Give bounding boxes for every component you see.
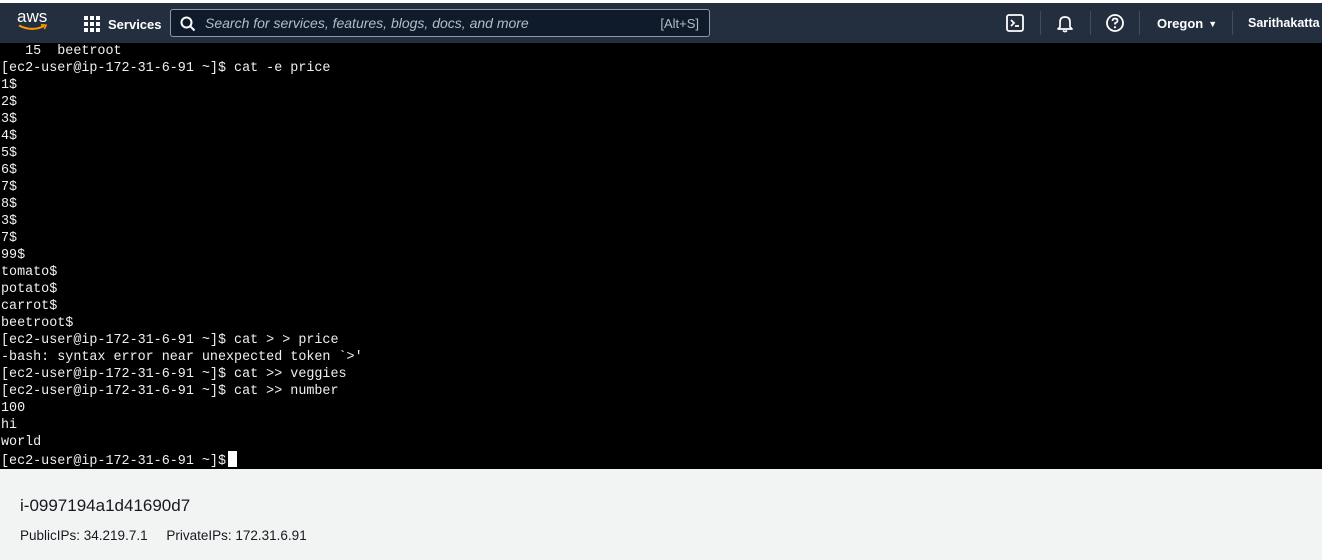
search-input[interactable] (205, 10, 625, 36)
aws-console-nav: aws Services [Alt+S] (0, 3, 1322, 43)
terminal-line: 99$ (1, 248, 26, 263)
terminal-line: potato$ (1, 282, 58, 297)
terminal-line: [ec2-user@ip-172-31-6-91 ~]$ cat >> numb… (1, 384, 339, 399)
help-button[interactable] (1105, 13, 1125, 33)
terminal-line: 15 beetroot (1, 44, 122, 59)
nav-divider (1040, 11, 1041, 35)
terminal-line: hi (1, 418, 18, 433)
terminal-line: [ec2-user@ip-172-31-6-91 ~]$ cat -e pric… (1, 61, 331, 76)
terminal-prompt: [ec2-user@ip-172-31-6-91 ~]$ (1, 454, 226, 469)
instance-ips: PublicIPs: 34.219.7.1 PrivateIPs: 172.31… (20, 528, 307, 543)
bell-icon (1057, 16, 1073, 33)
search-icon (180, 16, 196, 32)
terminal-line: 7$ (1, 180, 18, 195)
notifications-button[interactable] (1055, 13, 1075, 33)
terminal-line: -bash: syntax error near unexpected toke… (1, 350, 363, 365)
terminal-line: beetroot$ (1, 316, 74, 331)
instance-id: i-0997194a1d41690d7 (20, 496, 191, 515)
account-menu[interactable]: Sarithakatta (1248, 16, 1320, 30)
region-label: Oregon (1157, 16, 1204, 31)
search-box[interactable]: [Alt+S] (170, 9, 710, 37)
help-icon (1106, 14, 1124, 32)
terminal-line: tomato$ (1, 265, 58, 280)
terminal-line: [ec2-user@ip-172-31-6-91 ~]$ cat >> vegg… (1, 367, 347, 382)
terminal-line: 3$ (1, 214, 18, 229)
terminal-line: [ec2-user@ip-172-31-6-91 ~]$ cat > > pri… (1, 333, 339, 348)
nav-divider (1090, 11, 1091, 35)
terminal-line: 3$ (1, 112, 18, 127)
services-grid-icon (84, 16, 100, 32)
nav-divider (1232, 11, 1233, 35)
cloudshell-button[interactable] (1005, 13, 1025, 33)
nav-divider (1139, 11, 1140, 35)
terminal-line: 4$ (1, 129, 18, 144)
terminal-line: world (1, 435, 42, 450)
region-selector[interactable]: Oregon ▼ (1157, 16, 1217, 31)
search-shortcut-hint: [Alt+S] (660, 16, 699, 31)
terminal-line: 100 (1, 401, 26, 416)
services-menu-button[interactable]: Services (84, 14, 162, 34)
terminal-output[interactable]: 15 beetroot [ec2-user@ip-172-31-6-91 ~]$… (0, 43, 1322, 469)
terminal-line: carrot$ (1, 299, 58, 314)
terminal-line: 1$ (1, 78, 18, 93)
public-ips: PublicIPs: 34.219.7.1 (20, 528, 148, 543)
services-label: Services (108, 16, 162, 32)
terminal-line: 5$ (1, 146, 18, 161)
aws-logo[interactable]: aws (17, 8, 49, 38)
cloudshell-icon (1006, 14, 1024, 32)
terminal-line: 2$ (1, 95, 18, 110)
terminal-prompt-line[interactable]: [ec2-user@ip-172-31-6-91 ~]$ (1, 451, 237, 469)
terminal-cursor (228, 451, 237, 467)
caret-down-icon: ▼ (1208, 18, 1218, 29)
terminal-line: 8$ (1, 197, 18, 212)
instance-info-panel: i-0997194a1d41690d7 PublicIPs: 34.219.7.… (0, 469, 1322, 560)
private-ips: PrivateIPs: 172.31.6.91 (166, 528, 307, 543)
terminal-line: 6$ (1, 163, 18, 178)
aws-smile-icon (18, 24, 48, 30)
terminal-line: 7$ (1, 231, 18, 246)
